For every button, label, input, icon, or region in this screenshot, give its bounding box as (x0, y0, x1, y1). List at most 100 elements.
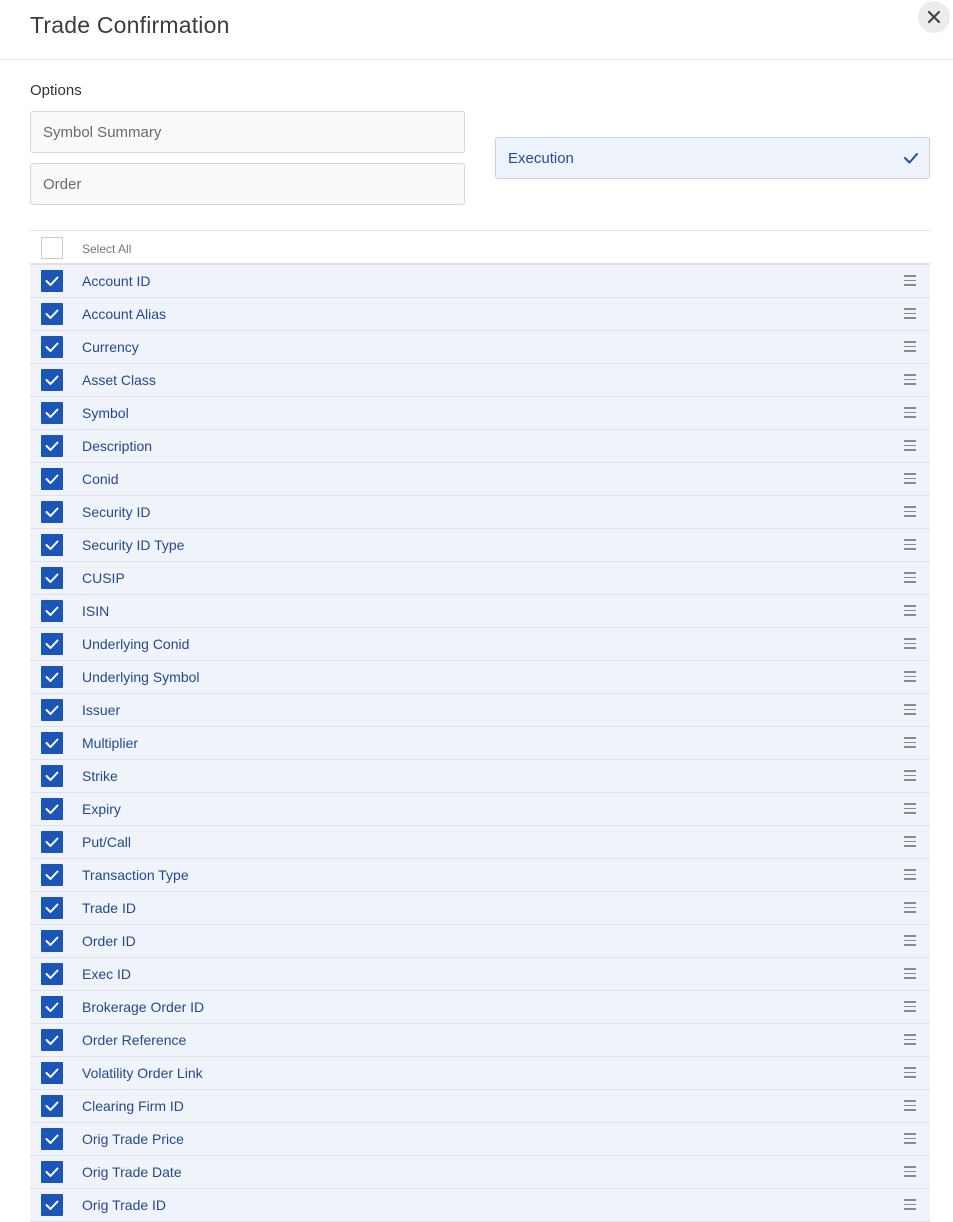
select-all-checkbox[interactable] (41, 237, 63, 259)
checkmark-icon (45, 639, 59, 649)
column-checkbox[interactable] (41, 963, 63, 985)
column-checkbox[interactable] (41, 1062, 63, 1084)
drag-handle-icon[interactable] (904, 1199, 916, 1210)
column-checkbox[interactable] (41, 1194, 63, 1216)
column-checkbox[interactable] (41, 666, 63, 688)
column-row[interactable]: Order Reference (30, 1024, 930, 1057)
option-order[interactable]: Order (30, 163, 465, 205)
column-row[interactable]: CUSIP (30, 562, 930, 595)
drag-handle-icon[interactable] (904, 539, 916, 550)
drag-handle-icon[interactable] (904, 1067, 916, 1078)
column-checkbox[interactable] (41, 930, 63, 952)
drag-handle-icon[interactable] (904, 902, 916, 913)
column-row[interactable]: Trade ID (30, 892, 930, 925)
column-row[interactable]: Symbol (30, 397, 930, 430)
column-checkbox[interactable] (41, 402, 63, 424)
column-checkbox[interactable] (41, 732, 63, 754)
close-button[interactable] (918, 1, 950, 33)
option-execution[interactable]: Execution (495, 137, 930, 179)
checkmark-icon (45, 408, 59, 418)
column-row[interactable]: Security ID Type (30, 529, 930, 562)
checkmark-icon (45, 1101, 59, 1111)
drag-handle-icon[interactable] (904, 770, 916, 781)
column-row[interactable]: Conid (30, 463, 930, 496)
column-checkbox[interactable] (41, 996, 63, 1018)
column-row[interactable]: Expiry (30, 793, 930, 826)
column-checkbox[interactable] (41, 303, 63, 325)
column-row[interactable]: ISIN (30, 595, 930, 628)
drag-handle-icon[interactable] (904, 572, 916, 583)
drag-handle-icon[interactable] (904, 704, 916, 715)
column-checkbox[interactable] (41, 369, 63, 391)
column-row[interactable]: Orig Trade Date (30, 1156, 930, 1189)
column-row[interactable]: Clearing Firm ID (30, 1090, 930, 1123)
column-row[interactable]: Asset Class (30, 364, 930, 397)
column-checkbox[interactable] (41, 336, 63, 358)
column-checkbox[interactable] (41, 897, 63, 919)
drag-handle-icon[interactable] (904, 605, 916, 616)
drag-handle-icon[interactable] (904, 671, 916, 682)
column-checkbox[interactable] (41, 798, 63, 820)
drag-handle-icon[interactable] (904, 1034, 916, 1045)
column-checkbox[interactable] (41, 468, 63, 490)
column-row[interactable]: Brokerage Order ID (30, 991, 930, 1024)
column-checkbox[interactable] (41, 699, 63, 721)
drag-handle-icon[interactable] (904, 407, 916, 418)
checkmark-icon (45, 441, 59, 451)
drag-handle-icon[interactable] (904, 1001, 916, 1012)
column-row[interactable]: Exec ID (30, 958, 930, 991)
drag-handle-icon[interactable] (904, 506, 916, 517)
column-checkbox[interactable] (41, 633, 63, 655)
column-checkbox[interactable] (41, 831, 63, 853)
dialog-title: Trade Confirmation (30, 12, 230, 38)
column-row[interactable]: Underlying Symbol (30, 661, 930, 694)
column-row[interactable]: Orig Trade Price (30, 1123, 930, 1156)
column-checkbox[interactable] (41, 1161, 63, 1183)
drag-handle-icon[interactable] (904, 473, 916, 484)
column-checkbox[interactable] (41, 1029, 63, 1051)
column-row[interactable]: Order ID (30, 925, 930, 958)
drag-handle-icon[interactable] (904, 1133, 916, 1144)
drag-handle-icon[interactable] (904, 1100, 916, 1111)
column-checkbox[interactable] (41, 534, 63, 556)
checkmark-icon (45, 738, 59, 748)
column-row[interactable]: Issuer (30, 694, 930, 727)
drag-handle-icon[interactable] (904, 1166, 916, 1177)
drag-handle-icon[interactable] (904, 638, 916, 649)
column-row[interactable]: Multiplier (30, 727, 930, 760)
column-row[interactable]: Security ID (30, 496, 930, 529)
drag-handle-icon[interactable] (904, 275, 916, 286)
drag-handle-icon[interactable] (904, 935, 916, 946)
column-row[interactable]: Put/Call (30, 826, 930, 859)
column-row[interactable]: Description (30, 430, 930, 463)
column-checkbox[interactable] (41, 270, 63, 292)
column-row[interactable]: Strike (30, 760, 930, 793)
drag-handle-icon[interactable] (904, 308, 916, 319)
column-checkbox[interactable] (41, 1095, 63, 1117)
option-symbol-summary[interactable]: Symbol Summary (30, 111, 465, 153)
column-row[interactable]: Account Alias (30, 298, 930, 331)
drag-handle-icon[interactable] (904, 341, 916, 352)
drag-handle-icon[interactable] (904, 869, 916, 880)
drag-handle-icon[interactable] (904, 737, 916, 748)
column-checkbox[interactable] (41, 567, 63, 589)
drag-handle-icon[interactable] (904, 440, 916, 451)
column-checkbox[interactable] (41, 600, 63, 622)
column-checkbox[interactable] (41, 765, 63, 787)
column-checkbox[interactable] (41, 435, 63, 457)
column-checkbox[interactable] (41, 864, 63, 886)
column-row[interactable]: Account ID (30, 265, 930, 298)
column-row[interactable]: Underlying Conid (30, 628, 930, 661)
column-row[interactable]: Currency (30, 331, 930, 364)
column-row[interactable]: Orig Trade ID (30, 1189, 930, 1222)
drag-handle-icon[interactable] (904, 836, 916, 847)
column-row[interactable]: Transaction Type (30, 859, 930, 892)
column-checkbox[interactable] (41, 1128, 63, 1150)
column-label: Volatility Order Link (82, 1065, 203, 1081)
drag-handle-icon[interactable] (904, 374, 916, 385)
drag-handle-icon[interactable] (904, 968, 916, 979)
drag-handle-icon[interactable] (904, 803, 916, 814)
column-label: Asset Class (82, 372, 156, 388)
column-row[interactable]: Volatility Order Link (30, 1057, 930, 1090)
column-checkbox[interactable] (41, 501, 63, 523)
